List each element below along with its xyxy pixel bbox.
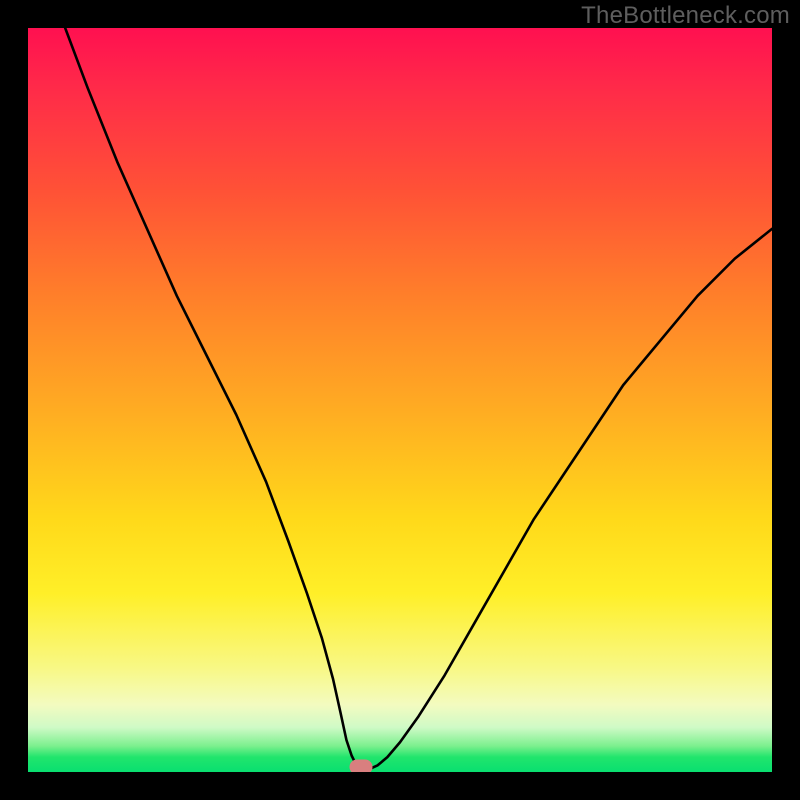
watermark-text: TheBottleneck.com xyxy=(581,2,790,30)
chart-frame: TheBottleneck.com xyxy=(0,0,800,800)
chart-curve-layer xyxy=(28,28,772,772)
optimum-marker xyxy=(349,759,372,772)
bottleneck-curve xyxy=(65,28,772,769)
plot-area xyxy=(28,28,772,772)
